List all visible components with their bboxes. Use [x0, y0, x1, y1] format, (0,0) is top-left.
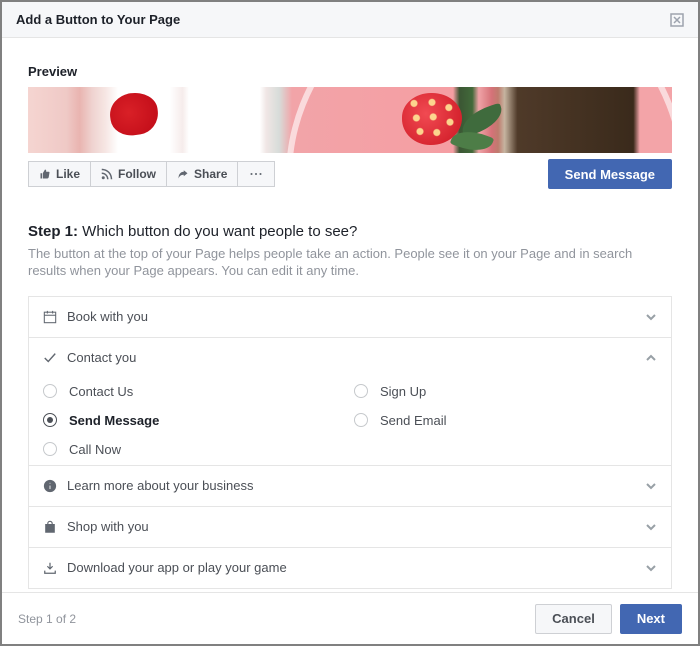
option-call-now[interactable]: Call Now	[43, 442, 346, 457]
option-sign-up[interactable]: Sign Up	[354, 384, 657, 399]
modal: Add a Button to Your Page Preview Like F…	[2, 2, 698, 644]
radio-icon	[43, 442, 57, 456]
modal-body: Preview Like Follow Share	[2, 38, 698, 592]
option-label: Send Message	[69, 413, 159, 428]
category-header-book[interactable]: Book with you	[29, 297, 671, 337]
more-button[interactable]	[238, 161, 275, 187]
radio-icon	[354, 384, 368, 398]
step-indicator: Step 1 of 2	[18, 612, 76, 626]
thumbs-up-icon	[39, 168, 51, 180]
next-button[interactable]: Next	[620, 604, 682, 634]
option-send-email[interactable]: Send Email	[354, 413, 657, 428]
cta-preview-button[interactable]: Send Message	[548, 159, 672, 189]
cancel-label: Cancel	[552, 611, 595, 626]
category-label: Contact you	[67, 350, 136, 365]
step-question: Which button do you want people to see?	[78, 223, 357, 240]
category-download: Download your app or play your game	[29, 547, 671, 588]
check-icon	[43, 351, 57, 365]
category-header-contact[interactable]: Contact you	[29, 338, 671, 378]
category-learn: Learn more about your business	[29, 465, 671, 506]
option-send-message[interactable]: Send Message	[43, 413, 346, 428]
category-label: Learn more about your business	[67, 478, 253, 493]
chevron-down-icon	[645, 311, 657, 323]
chevron-down-icon	[645, 521, 657, 533]
step-heading: Step 1: Which button do you want people …	[28, 223, 672, 240]
chevron-down-icon	[645, 562, 657, 574]
category-shop: Shop with you	[29, 506, 671, 547]
category-label: Shop with you	[67, 519, 149, 534]
radio-icon	[43, 384, 57, 398]
share-label: Share	[194, 167, 227, 181]
category-header-download[interactable]: Download your app or play your game	[29, 548, 671, 588]
chevron-up-icon	[645, 352, 657, 364]
bag-icon	[43, 520, 57, 534]
category-label: Download your app or play your game	[67, 560, 287, 575]
cta-preview-label: Send Message	[565, 167, 655, 182]
cover-image	[28, 87, 672, 153]
calendar-icon	[43, 310, 57, 324]
preview-action-bar: Like Follow Share Send Message	[28, 159, 672, 189]
category-header-learn[interactable]: Learn more about your business	[29, 466, 671, 506]
category-book: Book with you	[29, 297, 671, 337]
option-contact-us[interactable]: Contact Us	[43, 384, 346, 399]
download-icon	[43, 561, 57, 575]
modal-title: Add a Button to Your Page	[16, 12, 180, 27]
modal-footer: Step 1 of 2 Cancel Next	[2, 592, 698, 644]
modal-header: Add a Button to Your Page	[2, 2, 698, 38]
info-icon	[43, 479, 57, 493]
page-action-buttons: Like Follow Share	[28, 161, 275, 187]
cancel-button[interactable]: Cancel	[535, 604, 612, 634]
category-header-shop[interactable]: Shop with you	[29, 507, 671, 547]
share-icon	[177, 168, 189, 180]
option-label: Call Now	[69, 442, 121, 457]
contact-options: Contact Us Sign Up Send Message Sen	[29, 378, 671, 465]
option-label: Contact Us	[69, 384, 133, 399]
option-label: Sign Up	[380, 384, 426, 399]
step-prefix: Step 1:	[28, 223, 78, 240]
like-label: Like	[56, 167, 80, 181]
radio-icon	[43, 413, 57, 427]
follow-label: Follow	[118, 167, 156, 181]
share-button[interactable]: Share	[167, 161, 238, 187]
radio-icon	[354, 413, 368, 427]
like-button[interactable]: Like	[28, 161, 91, 187]
chevron-down-icon	[645, 480, 657, 492]
preview-heading: Preview	[28, 64, 672, 79]
close-icon[interactable]	[670, 13, 684, 27]
rss-icon	[101, 168, 113, 180]
follow-button[interactable]: Follow	[91, 161, 167, 187]
category-contact: Contact you Contact Us Sign Up	[29, 337, 671, 465]
step-description: The button at the top of your Page helps…	[28, 246, 672, 280]
next-label: Next	[637, 611, 665, 626]
category-accordion: Book with you Contact you	[28, 296, 672, 589]
option-label: Send Email	[380, 413, 446, 428]
ellipsis-icon	[250, 168, 262, 180]
category-label: Book with you	[67, 309, 148, 324]
